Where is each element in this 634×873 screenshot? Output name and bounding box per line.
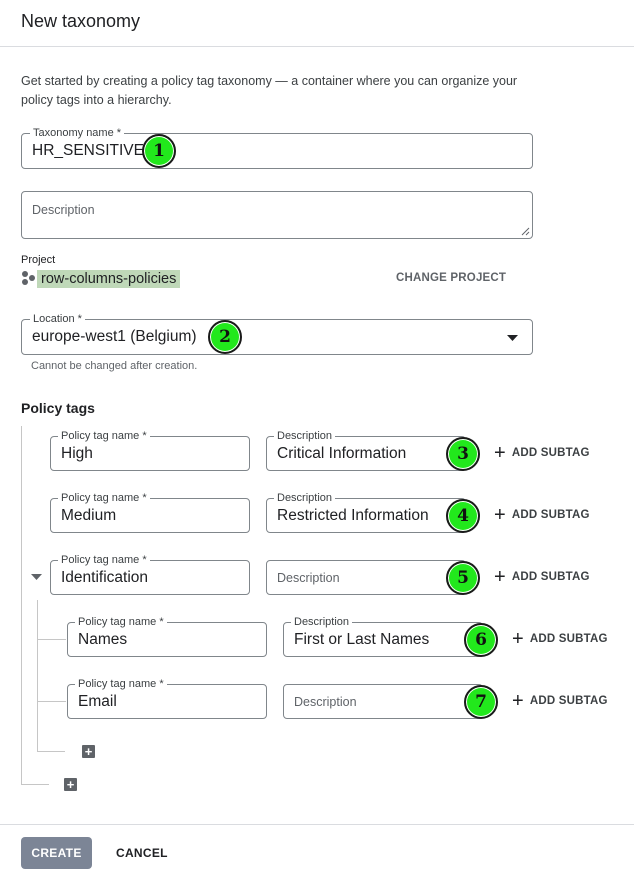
- intro-text: Get started by creating a policy tag tax…: [21, 74, 518, 107]
- policy-tag-name-value: Names: [78, 631, 128, 648]
- plus-icon: +: [494, 504, 506, 526]
- add-subtag-button[interactable]: + ADD SUBTAG: [494, 442, 590, 464]
- policy-tag-description-field[interactable]: Description Critical Information: [266, 429, 466, 471]
- add-subtag-label: ADD SUBTAG: [511, 571, 590, 583]
- callout-badge-3: 3: [446, 437, 480, 471]
- policy-tag-description-placeholder: Description: [277, 571, 340, 585]
- policy-tags-heading: Policy tags: [21, 400, 95, 416]
- taxonomy-name-field[interactable]: Taxonomy name * HR_SENSITIVE: [21, 126, 533, 169]
- tree-line-root: [21, 426, 22, 784]
- add-subtag-button[interactable]: + ADD SUBTAG: [494, 566, 590, 588]
- taxonomy-name-label: Taxonomy name *: [30, 126, 125, 140]
- taxonomy-name-value: HR_SENSITIVE: [32, 142, 144, 159]
- policy-tag-name-value: High: [61, 445, 93, 462]
- add-subtag-label: ADD SUBTAG: [529, 633, 608, 645]
- policy-tag-name-label: Policy tag name *: [75, 677, 167, 691]
- callout-badge-6: 6: [464, 623, 498, 657]
- plus-icon: +: [494, 566, 506, 588]
- dialog-title: New taxonomy: [21, 11, 141, 31]
- add-subtag-label: ADD SUBTAG: [529, 695, 608, 707]
- plus-icon: +: [512, 628, 524, 650]
- policy-tag-name-field[interactable]: Policy tag name * Identification: [50, 553, 250, 595]
- description-textarea[interactable]: Description: [21, 191, 533, 239]
- policy-tag-description-label: Description: [291, 615, 353, 629]
- policy-tag-name-value: Medium: [61, 507, 117, 524]
- policy-tag-name-field[interactable]: Policy tag name * High: [50, 429, 250, 471]
- add-subtag-button[interactable]: + ADD SUBTAG: [494, 504, 590, 526]
- policy-tag-description-field[interactable]: Description First or Last Names: [283, 615, 483, 657]
- add-subtag-label: ADD SUBTAG: [511, 447, 590, 459]
- callout-badge-1: 1: [142, 134, 176, 168]
- tree-line-child: [37, 600, 38, 751]
- policy-tag-name-field[interactable]: Policy tag name * Email: [67, 677, 267, 719]
- plus-icon: +: [512, 690, 524, 712]
- location-label: Location *: [30, 312, 85, 326]
- policy-tag-name-value: Email: [78, 693, 117, 710]
- policy-tag-description-value: Critical Information: [277, 445, 407, 462]
- add-subtag-label: ADD SUBTAG: [511, 509, 590, 521]
- project-name: row-columns-policies: [37, 270, 181, 288]
- location-value: europe-west1 (Belgium): [32, 328, 197, 345]
- policy-tag-description-field[interactable]: Description: [283, 684, 483, 719]
- policy-tag-name-label: Policy tag name *: [75, 615, 167, 629]
- policy-tag-description-label: Description: [274, 429, 336, 443]
- create-button[interactable]: CREATE: [21, 837, 92, 869]
- change-project-button[interactable]: CHANGE PROJECT: [396, 272, 506, 284]
- resize-handle-icon[interactable]: [521, 227, 530, 236]
- add-subtag-button[interactable]: + ADD SUBTAG: [512, 628, 608, 650]
- add-tag-button[interactable]: +: [64, 778, 77, 791]
- callout-badge-4: 4: [446, 499, 480, 533]
- add-child-tag-button[interactable]: +: [82, 745, 95, 758]
- policy-tag-name-label: Policy tag name *: [58, 491, 150, 505]
- tree-branch: [37, 639, 66, 640]
- tree-branch: [37, 701, 66, 702]
- triangle-down-icon[interactable]: [31, 574, 42, 580]
- footer-divider: [0, 824, 634, 825]
- callout-badge-7: 7: [464, 685, 498, 719]
- policy-tag-description-field[interactable]: Description Restricted Information: [266, 491, 466, 533]
- tree-line-child-end: [37, 751, 65, 752]
- cancel-button[interactable]: CANCEL: [116, 846, 168, 860]
- policy-tag-description-label: Description: [274, 491, 336, 505]
- policy-tag-name-field[interactable]: Policy tag name * Names: [67, 615, 267, 657]
- tree-line-root-end: [21, 784, 49, 785]
- add-subtag-button[interactable]: + ADD SUBTAG: [512, 690, 608, 712]
- policy-tag-description-placeholder: Description: [294, 695, 357, 709]
- callout-badge-5: 5: [446, 561, 480, 595]
- location-hint: Cannot be changed after creation.: [31, 360, 198, 372]
- caret-down-icon: [507, 335, 518, 341]
- callout-badge-2: 2: [208, 320, 242, 354]
- policy-tag-name-field[interactable]: Policy tag name * Medium: [50, 491, 250, 533]
- plus-icon: +: [494, 442, 506, 464]
- policy-tag-description-value: Restricted Information: [277, 507, 429, 524]
- location-select[interactable]: Location * europe-west1 (Belgium): [21, 312, 533, 355]
- project-label: Project: [21, 254, 56, 266]
- policy-tag-name-value: Identification: [61, 569, 149, 586]
- policy-tag-name-label: Policy tag name *: [58, 553, 150, 567]
- project-dots-icon: [22, 271, 35, 285]
- policy-tag-name-label: Policy tag name *: [58, 429, 150, 443]
- policy-tag-description-field[interactable]: Description: [266, 560, 466, 595]
- description-placeholder: Description: [32, 203, 95, 217]
- policy-tag-description-value: First or Last Names: [294, 631, 430, 648]
- header-divider: [0, 46, 634, 47]
